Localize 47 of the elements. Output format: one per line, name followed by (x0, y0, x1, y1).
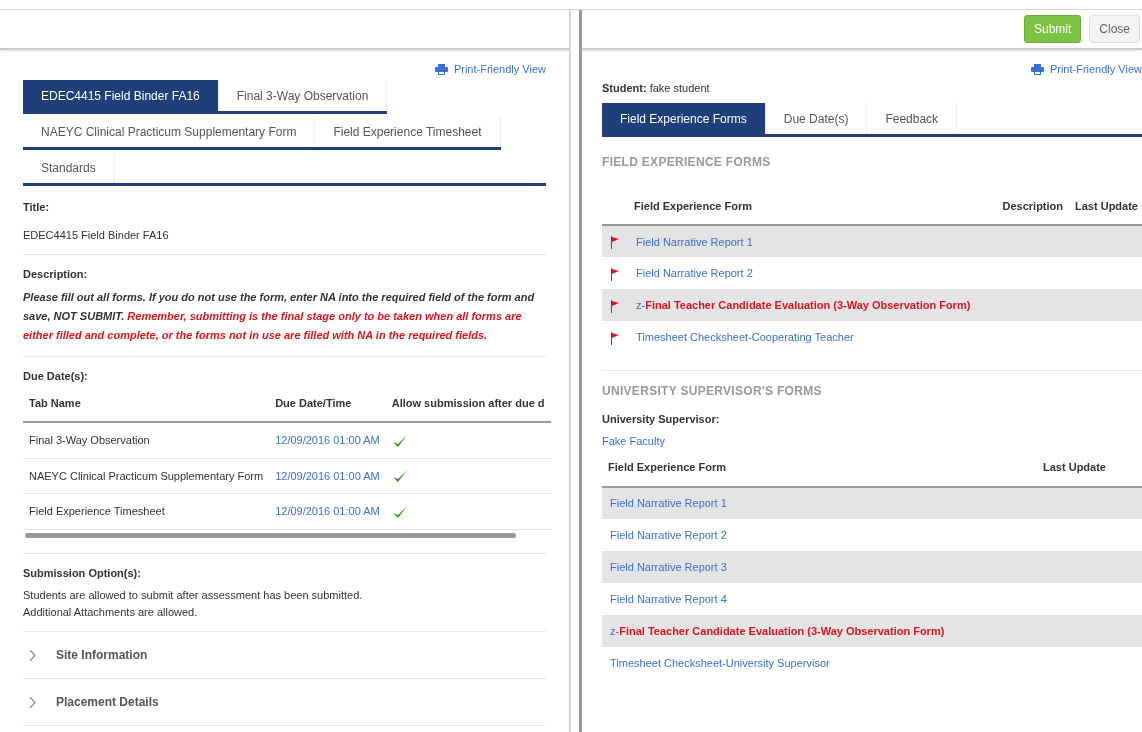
field-label: Title: (23, 200, 51, 216)
form-link[interactable]: Field Narrative Report 1 (610, 497, 727, 509)
panel-splitter[interactable] (570, 10, 582, 732)
form-link[interactable]: Field Narrative Report 1 (636, 235, 753, 248)
due-date-link[interactable]: 12/09/2016 01:00 AM (275, 505, 380, 518)
form-link[interactable]: Field Narrative Report 2 (610, 528, 727, 541)
info-text: Students are allowed to submit after assessment has been submitted. (23, 588, 364, 604)
form-link[interactable]: Timesheet Checksheet-Cooperating Teacher (636, 331, 854, 343)
field-label: University Supervisor: (602, 411, 721, 427)
table-cell: Final 3-Way Observation (23, 422, 270, 459)
column-header: Allow submission after due d (385, 384, 551, 423)
column-header: Tab Name (23, 384, 270, 423)
column-header: Due Date/Time (269, 384, 386, 423)
description-text: Please fill out all forms. If you do not use the form, enter NA into the required field of the form and save, NOT SUBMIT. Remember, submitting is the final stage only to be taken when all forms are either filled and complete, or the forms not in use are filled with NA in the required fields. (23, 290, 536, 344)
column-header: Last Update (1037, 449, 1142, 487)
flag-icon (610, 267, 620, 281)
flag-icon (610, 299, 620, 313)
due-date-link[interactable]: 12/09/2016 01:00 AM (275, 469, 380, 482)
close-button[interactable]: Close (1089, 15, 1140, 43)
scrollbar[interactable] (25, 533, 516, 539)
form-link[interactable]: Timesheet Checksheet-University Supervisor (610, 656, 830, 669)
table-cell: Field Experience Timesheet (23, 493, 270, 530)
info-text: Additional Attachments are allowed. (23, 604, 199, 620)
student-text: Student: fake student (602, 81, 711, 97)
flag-icon (610, 331, 620, 345)
field-label: Submission Option(s): (23, 566, 142, 582)
form-link[interactable]: Field Narrative Report 4 (610, 592, 727, 605)
tab[interactable]: Field Experience Forms (602, 102, 766, 134)
section-heading: FIELD EXPERIENCE FORMS (602, 154, 772, 172)
section-heading: UNIVERSITY SUPERVISOR'S FORMS (602, 382, 823, 400)
printer-icon (1030, 63, 1044, 75)
field-label: Description: (23, 267, 89, 283)
print-friendly-link[interactable]: Print-Friendly View (434, 61, 546, 78)
table-cell: NAEYC Clinical Practicum Supplementary Form (23, 458, 270, 494)
form-link[interactable]: Field Narrative Report 2 (636, 267, 753, 279)
field-label: Due Date(s): (23, 369, 89, 385)
column-header: Field Experience Form (602, 449, 1038, 487)
title-value: EDEC4415 Field Binder FA16 (23, 227, 170, 243)
print-friendly-link[interactable]: Print-Friendly View (1030, 61, 1142, 78)
flag-icon (610, 236, 620, 250)
supervisor-link[interactable]: Fake Faculty (602, 432, 665, 450)
form-link[interactable]: Field Narrative Report 3 (610, 560, 727, 573)
section-header[interactable]: Site Information (56, 646, 148, 665)
section-header[interactable]: Placement Details (56, 693, 159, 712)
tab[interactable]: EDEC4415 Field Binder FA16 (23, 79, 219, 111)
printer-icon (434, 63, 448, 75)
due-date-link[interactable]: 12/09/2016 01:00 AM (275, 434, 380, 447)
